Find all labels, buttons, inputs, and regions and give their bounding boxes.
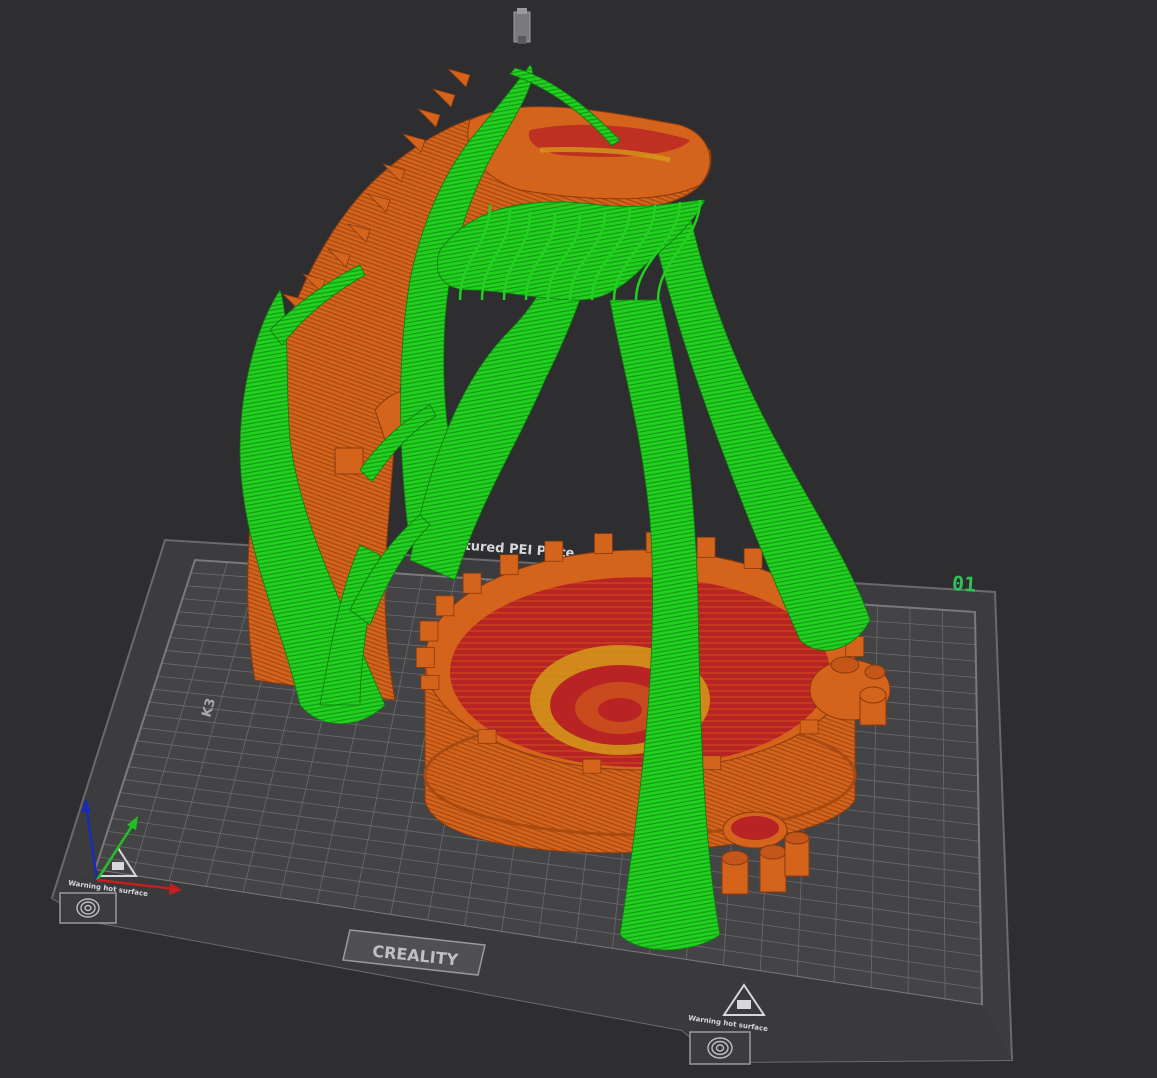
battlement <box>477 728 497 744</box>
battlement <box>499 554 519 576</box>
dragon-spike <box>416 108 441 128</box>
fingerprint-icon <box>689 1031 751 1065</box>
battlement <box>419 620 439 642</box>
plate-number: 01 <box>951 571 977 597</box>
nozzle-icon <box>513 8 531 44</box>
battlement <box>702 755 722 771</box>
battlement <box>435 595 455 617</box>
battlement <box>594 533 613 555</box>
battlement <box>544 540 564 562</box>
battlement <box>696 536 716 558</box>
battlement <box>415 647 435 668</box>
battlement <box>582 758 602 774</box>
dragon-spike <box>431 88 456 108</box>
battlement <box>799 719 819 735</box>
fingerprint-icon <box>59 892 117 924</box>
battlement <box>743 548 763 569</box>
scene-svg: CREALITY 01 Warning hot surface Warning … <box>50 8 1014 1065</box>
3d-viewport[interactable]: CREALITY 01 Warning hot surface Warning … <box>0 0 1157 1078</box>
battlement <box>420 674 440 690</box>
dragon-hand <box>334 447 364 475</box>
battlement <box>462 572 482 594</box>
dragon-spike <box>446 68 471 88</box>
